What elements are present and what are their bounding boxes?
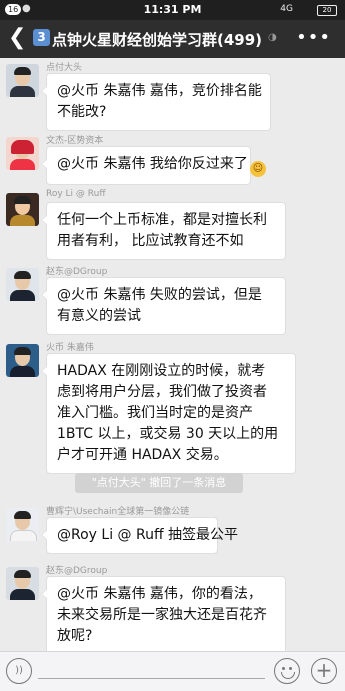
status-time: 11:31 PM: [143, 3, 202, 16]
message-bubble[interactable]: @火币 朱嘉伟 我给你反过来了 ☺: [41, 146, 266, 185]
sender-name: Roy Li @ Ruff: [46, 189, 106, 199]
wink-emoji-icon: ☺: [249, 161, 266, 177]
sender-name: 赵东@DGroup: [46, 267, 108, 277]
message-line: @Roy Li @ Ruff 抽签最公平: [57, 527, 239, 543]
message-line: @火币 朱嘉伟 嘉伟，竞价排名能: [57, 83, 262, 99]
message-line: 未来交易所是一家独大还是百花齐: [57, 607, 267, 623]
message-line: 放呢?: [57, 628, 93, 644]
message-line: 准入门槛。我们当时定的是资产: [57, 405, 253, 421]
voice-icon[interactable]: )): [6, 658, 32, 684]
message-bubble[interactable]: @火币 朱嘉伟 嘉伟，竞价排名能 不能改?: [41, 73, 271, 131]
message-line: 不能改?: [57, 104, 107, 120]
emoji-icon[interactable]: [274, 658, 300, 684]
signal-indicator: 4G: [280, 4, 293, 14]
message-bubble[interactable]: HADAX 在刚刚设立的时候，就考 虑到将用户分层，我们做了投资者 准入门槛。我…: [41, 353, 296, 474]
plus-icon[interactable]: +: [311, 658, 337, 684]
message-line: 用者有利， 比应试教育还不如: [57, 233, 244, 249]
sender-name: 火币 朱嘉伟: [46, 343, 94, 353]
message-line: @火币 朱嘉伟 失败的尝试，但是: [57, 287, 262, 303]
message-bubble[interactable]: @Roy Li @ Ruff 抽签最公平: [41, 517, 239, 554]
chat-title: 点钟火星财经创始学习群(499): [52, 31, 263, 49]
avatar[interactable]: [6, 567, 39, 600]
message-line: @火币 朱嘉伟 我给你反过来了 ☺: [57, 154, 266, 177]
message-input[interactable]: [38, 678, 265, 679]
chat-header: ❮ 3 点钟火星财经创始学习群(499) ◑ •••: [0, 20, 345, 58]
chevron-left-icon[interactable]: ❮: [8, 25, 26, 51]
unread-count-badge: 3: [33, 29, 50, 46]
mute-icon: ◑: [268, 32, 277, 43]
sender-name: 点付大头: [46, 63, 83, 73]
message-line: HADAX 在刚刚设立的时候，就考: [57, 363, 266, 379]
message-line: @火币 朱嘉伟 嘉伟，你的看法，: [57, 586, 262, 602]
message-line: 有意义的尝试: [57, 308, 141, 324]
avatar[interactable]: [6, 508, 39, 541]
avatar[interactable]: [6, 193, 39, 226]
avatar[interactable]: [6, 268, 39, 301]
message-bubble[interactable]: @火币 朱嘉伟 失败的尝试，但是 有意义的尝试: [41, 277, 286, 335]
input-bar: )) +: [0, 651, 345, 691]
battery-icon: 20: [317, 5, 337, 16]
message-text: @火币 朱嘉伟 我给你反过来了: [57, 156, 248, 172]
recall-notice: "点付大头" 撤回了一条消息: [75, 473, 243, 493]
message-line: 虑到将用户分层，我们做了投资者: [57, 384, 267, 400]
avatar[interactable]: [6, 344, 39, 377]
avatar[interactable]: [6, 137, 39, 170]
status-bar: 16 ● 11:31 PM 4G 20: [0, 0, 345, 20]
message-bubble[interactable]: @火币 朱嘉伟 嘉伟，你的看法， 未来交易所是一家独大还是百花齐 放呢?: [41, 576, 286, 655]
avatar[interactable]: [6, 64, 39, 97]
sender-name: 赵东@DGroup: [46, 566, 108, 576]
message-line: 1BTC 以上，或交易 30 天以上的用: [57, 426, 279, 442]
message-bubble[interactable]: 任何一个上币标准，都是对擅长利 用者有利， 比应试教育还不如: [41, 202, 286, 260]
message-line: 户才可开通 HADAX 交易。: [57, 447, 228, 463]
message-line: 任何一个上币标准，都是对擅长利: [57, 212, 267, 228]
sender-name: 曹辉宁\Usechain全球第一镜像公链: [46, 507, 190, 517]
sender-name: 文杰-区势资本: [46, 136, 104, 146]
more-dots-icon[interactable]: •••: [296, 27, 331, 48]
